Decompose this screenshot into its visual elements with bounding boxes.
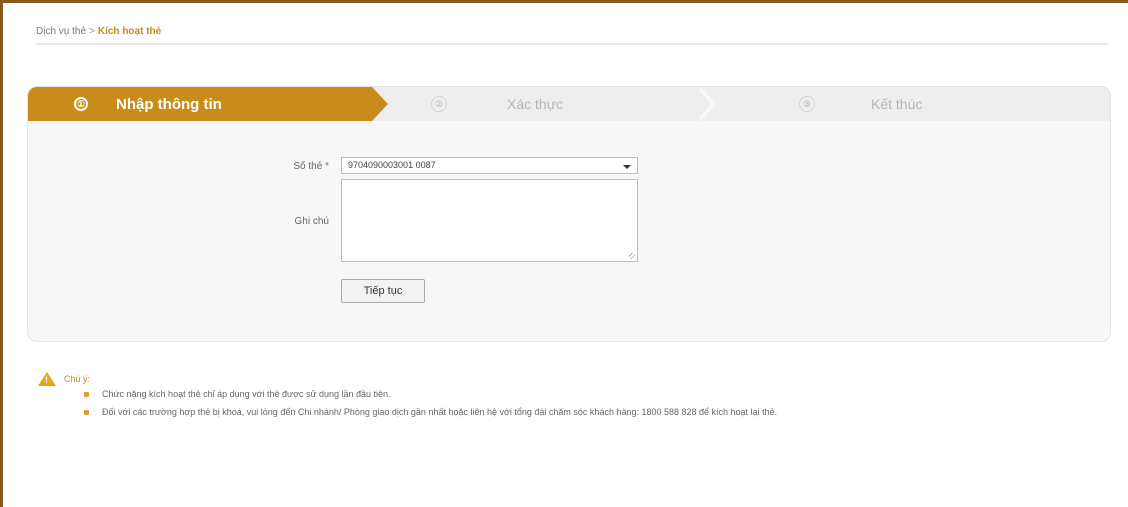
- continue-button[interactable]: Tiếp tục: [341, 279, 425, 303]
- breadcrumb-parent-link[interactable]: Dịch vụ thẻ: [36, 26, 86, 37]
- notice-header: ! Chú ý:: [38, 372, 90, 386]
- step-progress-bar: ① Nhập thông tin ② Xác thực ③ Kết thúc: [28, 87, 1110, 121]
- bullet-icon: [84, 410, 89, 415]
- step-2: ② Xác thực: [431, 87, 563, 121]
- breadcrumb-current: Kích hoạt thẻ: [97, 26, 162, 37]
- breadcrumb: Dịch vụ thẻ > Kích hoạt thẻ: [36, 26, 161, 37]
- step-1-number: ①: [74, 97, 88, 111]
- frame-left-border: [0, 0, 3, 507]
- warning-triangle-icon: !: [38, 372, 56, 386]
- required-mark: *: [325, 161, 329, 172]
- card-number-label-text: Số thẻ: [293, 161, 323, 172]
- notice-item: Chức năng kích hoạt thẻ chỉ áp dụng với …: [84, 388, 1054, 400]
- notice-item-text: Đối với các trường hợp thẻ bị khoá, vui …: [102, 407, 778, 417]
- card-number-select[interactable]: 9704090003001 0087: [341, 157, 638, 174]
- note-textarea[interactable]: [341, 179, 638, 262]
- step-3-number: ③: [799, 96, 815, 112]
- breadcrumb-divider: [36, 43, 1108, 45]
- note-label: Ghi chú: [294, 216, 329, 227]
- step-3-label: Kết thúc: [871, 96, 923, 112]
- resize-grip-icon[interactable]: [629, 253, 635, 259]
- bullet-icon: [84, 392, 89, 397]
- notice-list: Chức năng kích hoạt thẻ chỉ áp dụng với …: [84, 388, 1054, 424]
- chevron-down-icon[interactable]: [623, 165, 631, 169]
- step-1-label: Nhập thông tin: [116, 95, 222, 113]
- card-number-value: 9704090003001 0087: [348, 160, 436, 170]
- frame-top-border: [0, 0, 1128, 3]
- step-2-number: ②: [431, 96, 447, 112]
- breadcrumb-separator: >: [89, 26, 95, 37]
- notice-item: Đối với các trường hợp thẻ bị khoá, vui …: [84, 406, 1054, 418]
- notice-title: Chú ý:: [64, 374, 91, 384]
- notice-item-text: Chức năng kích hoạt thẻ chỉ áp dụng với …: [102, 389, 391, 399]
- step-2-label: Xác thực: [507, 96, 564, 112]
- card-number-label: Số thẻ *: [249, 161, 329, 172]
- activation-panel: ① Nhập thông tin ② Xác thực ③ Kết thúc S…: [27, 86, 1111, 342]
- step-3: ③ Kết thúc: [799, 87, 922, 121]
- form-area: Số thẻ * 9704090003001 0087 Ghi chú Tiếp…: [28, 121, 1110, 341]
- step-active-arrow: [372, 87, 388, 121]
- step-1: ① Nhập thông tin: [74, 87, 222, 121]
- step-separator-chevron-inner: [696, 87, 712, 121]
